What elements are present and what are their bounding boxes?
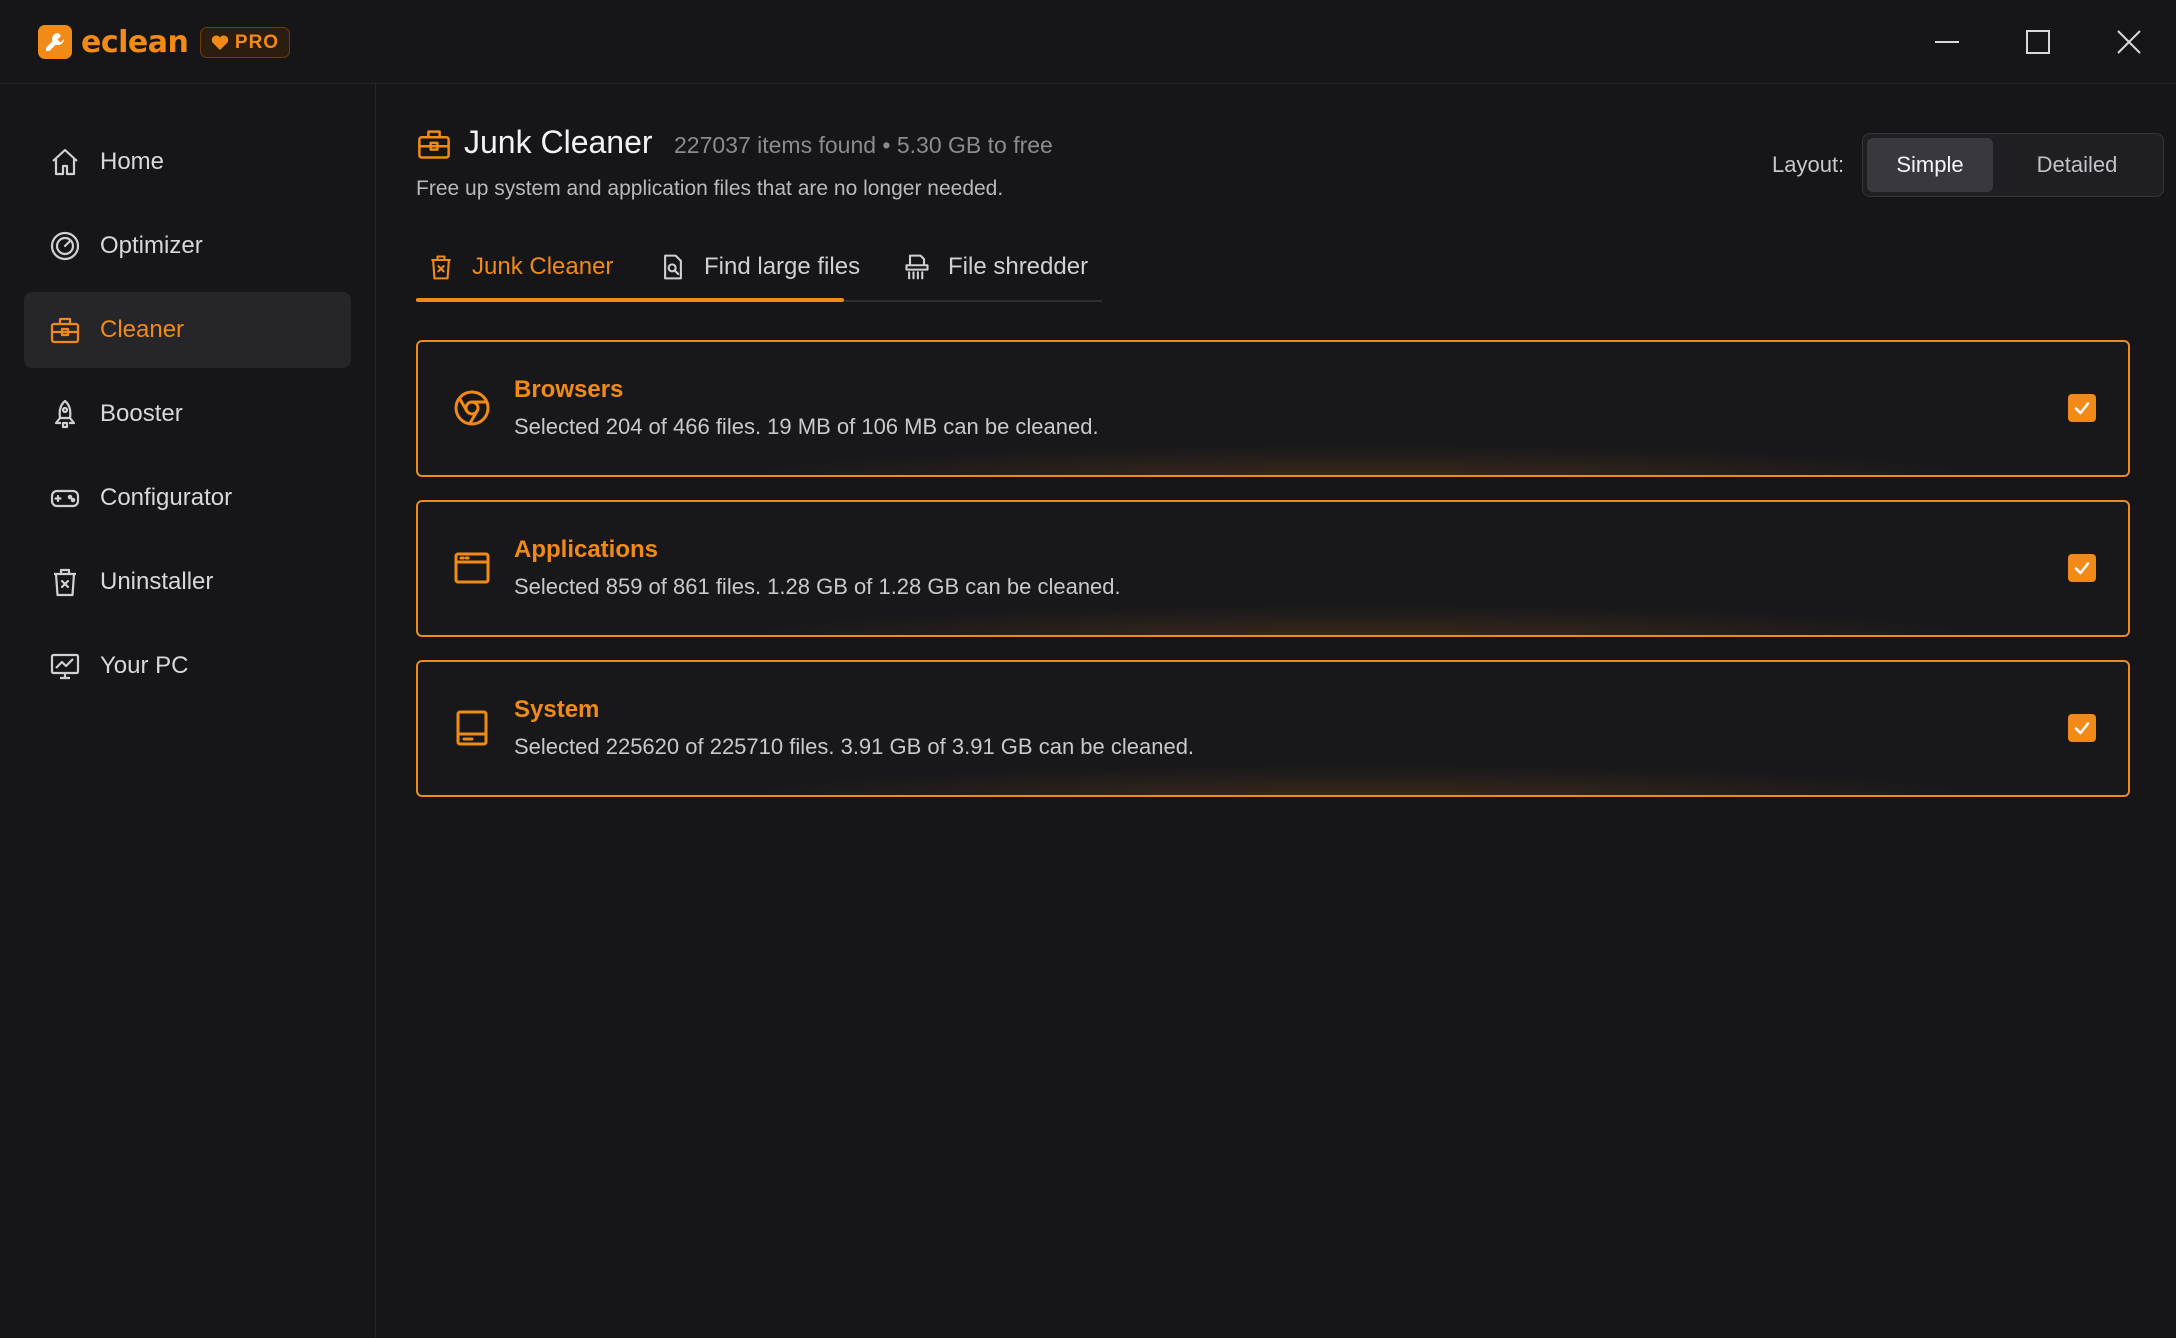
sidebar-item-cleaner[interactable]: Cleaner xyxy=(24,292,351,368)
sidebar-item-label: Configurator xyxy=(100,484,233,511)
wrench-logo-icon xyxy=(38,25,72,59)
category-description: Selected 859 of 861 files. 1.28 GB of 1.… xyxy=(514,574,1121,599)
sidebar-item-booster[interactable]: Booster xyxy=(24,376,351,452)
sidebar-item-label: Your PC xyxy=(100,652,189,679)
window-icon xyxy=(452,548,492,588)
toolbox-icon xyxy=(416,126,452,162)
sidebar-item-optimizer[interactable]: Optimizer xyxy=(24,208,351,284)
active-tab-indicator xyxy=(416,298,844,302)
app-logo: eclean xyxy=(38,24,189,60)
check-icon xyxy=(2074,402,2090,415)
sidebar-item-configurator[interactable]: Configurator xyxy=(24,460,351,536)
title-bar: eclean PRO xyxy=(0,0,2176,84)
category-description: Selected 204 of 466 files. 19 MB of 106 … xyxy=(514,414,1099,439)
maximize-button[interactable] xyxy=(2013,18,2063,66)
category-description: Selected 225620 of 225710 files. 3.91 GB… xyxy=(514,734,1195,759)
sidebar-item-label: Optimizer xyxy=(100,232,203,259)
sidebar: Home Optimizer Cleaner Booster Configura… xyxy=(0,84,376,1338)
logo-text: eclean xyxy=(81,24,189,60)
tab-find-large-files[interactable]: Find large files xyxy=(658,234,860,300)
drive-icon xyxy=(452,708,492,748)
page-subtitle: Free up system and application files tha… xyxy=(416,177,1004,200)
layout-simple-button[interactable]: Simple xyxy=(1867,138,1993,192)
close-icon xyxy=(2117,30,2141,54)
tab-label: File shredder xyxy=(948,253,1089,280)
tab-bar: Junk Cleaner Find large files File shred… xyxy=(416,234,1102,302)
check-icon xyxy=(2074,562,2090,575)
sidebar-item-label: Uninstaller xyxy=(100,568,214,595)
maximize-icon xyxy=(2026,30,2050,54)
home-icon xyxy=(48,145,82,179)
minimize-icon xyxy=(1935,41,1959,43)
close-button[interactable] xyxy=(2104,18,2154,66)
toolbox-icon xyxy=(48,313,82,347)
sidebar-item-your-pc[interactable]: Your PC xyxy=(24,628,351,704)
sidebar-item-label: Booster xyxy=(100,400,183,427)
category-title: Browsers xyxy=(514,376,624,403)
category-title: System xyxy=(514,696,600,723)
gauge-icon xyxy=(48,229,82,263)
pro-label: PRO xyxy=(234,31,280,53)
layout-detailed-button[interactable]: Detailed xyxy=(1997,138,2157,192)
tab-label: Junk Cleaner xyxy=(472,253,614,280)
sidebar-item-uninstaller[interactable]: Uninstaller xyxy=(24,544,351,620)
category-checkbox[interactable] xyxy=(2068,554,2096,582)
gamepad-icon xyxy=(48,481,82,515)
chrome-icon xyxy=(452,388,492,428)
minimize-button[interactable] xyxy=(1922,18,1972,66)
rocket-icon xyxy=(48,397,82,431)
sidebar-item-label: Home xyxy=(100,148,165,175)
heart-icon xyxy=(211,34,229,50)
tab-label: Find large files xyxy=(704,253,861,280)
file-search-icon xyxy=(658,252,688,282)
monitor-chart-icon xyxy=(48,649,82,683)
tab-file-shredder[interactable]: File shredder xyxy=(902,234,1088,300)
category-card-system[interactable]: System Selected 225620 of 225710 files. … xyxy=(416,660,2130,797)
page-title: Junk Cleaner xyxy=(464,124,653,160)
main-content: Junk Cleaner 227037 items found • 5.30 G… xyxy=(376,84,2176,1338)
tab-junk-cleaner[interactable]: Junk Cleaner xyxy=(426,234,613,300)
pro-badge: PRO xyxy=(200,27,290,58)
trash-icon xyxy=(48,565,82,599)
layout-label: Layout: xyxy=(1772,152,1845,177)
layout-toggle: Simple Detailed xyxy=(1862,133,2164,197)
category-title: Applications xyxy=(514,536,659,563)
sidebar-item-label: Cleaner xyxy=(100,316,185,343)
category-card-applications[interactable]: Applications Selected 859 of 861 files. … xyxy=(416,500,2130,637)
category-checkbox[interactable] xyxy=(2068,394,2096,422)
check-icon xyxy=(2074,722,2090,735)
category-checkbox[interactable] xyxy=(2068,714,2096,742)
sidebar-item-home[interactable]: Home xyxy=(24,124,351,200)
shredder-icon xyxy=(902,252,932,282)
page-stats: 227037 items found • 5.30 GB to free xyxy=(674,132,1053,158)
category-card-browsers[interactable]: Browsers Selected 204 of 466 files. 19 M… xyxy=(416,340,2130,477)
trash-box-icon xyxy=(426,252,456,282)
